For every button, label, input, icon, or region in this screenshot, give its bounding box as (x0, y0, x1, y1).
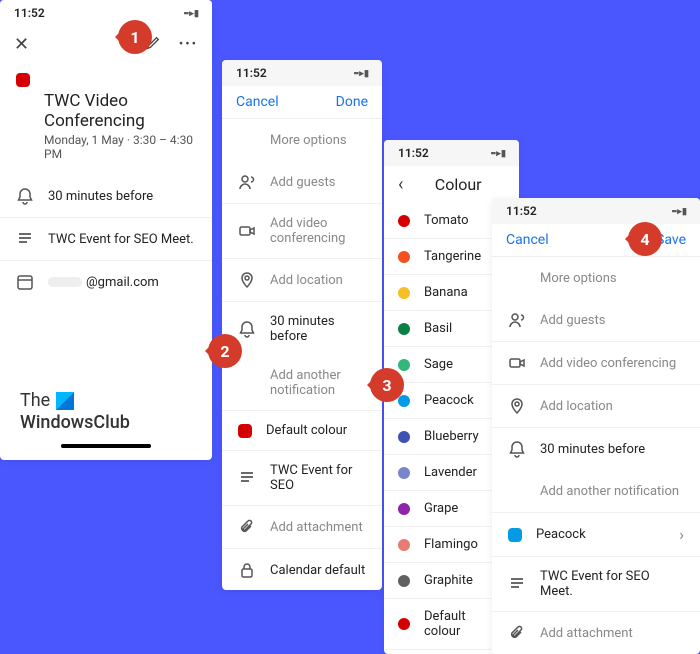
bell-icon (508, 440, 526, 458)
attachment-icon (508, 624, 526, 642)
add-location[interactable]: Add location (540, 399, 613, 414)
step-badge-2: 2 (208, 334, 242, 368)
add-location[interactable]: Add location (270, 273, 343, 288)
people-icon (508, 311, 526, 329)
add-guests[interactable]: Add guests (270, 175, 335, 190)
status-icons: ▪▪ ▸ ▮ (354, 68, 368, 79)
clock: 11:52 (14, 6, 45, 20)
bell-icon (16, 187, 34, 205)
colour-title: Colour (435, 175, 482, 194)
colour-row[interactable]: Default colour (222, 411, 382, 451)
step-badge-3: 3 (370, 368, 404, 402)
more-options[interactable]: More options (540, 271, 617, 286)
done-button[interactable]: Done (336, 94, 368, 110)
reminder-text[interactable]: 30 minutes before (270, 314, 366, 344)
clock: 11:52 (236, 66, 267, 80)
location-icon (238, 271, 256, 289)
lock-icon (238, 561, 256, 579)
email-suffix: @gmail.com (86, 275, 159, 290)
description-field[interactable]: TWC Event for SEO (270, 463, 366, 493)
location-icon (508, 397, 526, 415)
step-badge-1: 1 (118, 20, 152, 54)
description-text: TWC Event for SEO Meet. (48, 232, 194, 247)
add-video[interactable]: Add video conferencing (270, 216, 366, 246)
cancel-button[interactable]: Cancel (506, 232, 549, 248)
back-icon[interactable]: ‹ (398, 174, 403, 195)
calendar-icon (16, 273, 34, 291)
add-video[interactable]: Add video conferencing (540, 356, 676, 371)
more-options[interactable]: More options (270, 133, 347, 148)
status-icons: ▪▪ ▸ ▮ (672, 206, 686, 217)
reminder-text: 30 minutes before (48, 189, 153, 204)
status-icons: ▪▪ ▸ ▮ (184, 8, 198, 19)
text-icon (16, 230, 34, 248)
email-redacted (48, 277, 82, 287)
event-datetime: Monday, 1 May · 3:30 – 4:30 PM (0, 133, 212, 175)
colour-row[interactable]: Peacock› (492, 513, 700, 557)
video-icon (238, 222, 256, 240)
add-attachment[interactable]: Add attachment (540, 626, 633, 641)
more-icon[interactable]: ••• (179, 37, 198, 52)
attachment-icon (238, 518, 256, 536)
event-title: TWC Video Conferencing (0, 87, 212, 133)
clock: 11:52 (398, 146, 429, 160)
video-icon (508, 354, 526, 372)
step-badge-4: 4 (628, 222, 662, 256)
text-icon (508, 575, 526, 593)
description-field[interactable]: TWC Event for SEO Meet. (540, 569, 684, 599)
people-icon (238, 173, 256, 191)
cancel-button[interactable]: Cancel (236, 94, 279, 110)
status-icons: ▪▪ ▸ ▮ (491, 148, 505, 159)
text-icon (238, 469, 256, 487)
watermark: The WindowsClub (20, 390, 130, 433)
add-guests[interactable]: Add guests (540, 313, 605, 328)
reminder-text[interactable]: 30 minutes before (540, 442, 645, 457)
add-notification[interactable]: Add another notification (540, 484, 679, 499)
chevron-right-icon: › (679, 525, 684, 544)
add-attachment[interactable]: Add attachment (270, 520, 363, 535)
clock: 11:52 (506, 204, 537, 218)
close-icon[interactable]: ✕ (14, 34, 29, 55)
calendar-default[interactable]: Calendar default (270, 563, 365, 578)
